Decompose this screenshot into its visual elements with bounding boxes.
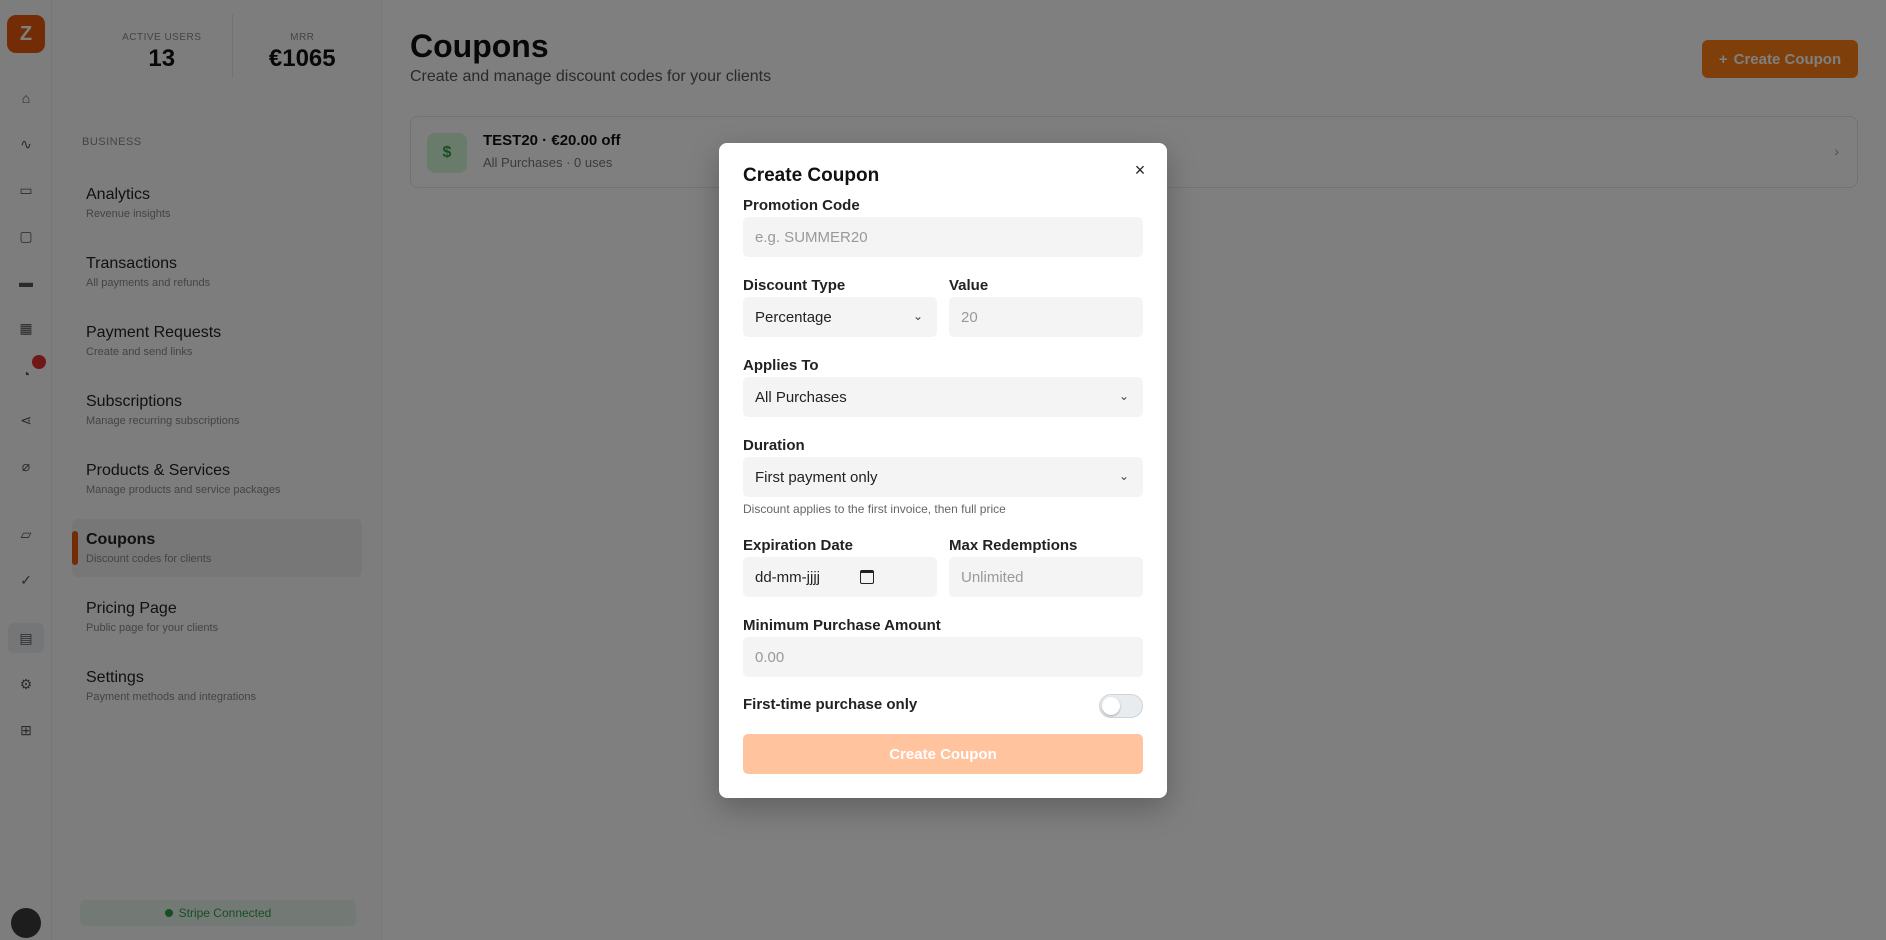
max-redemptions-input[interactable]: Unlimited — [949, 557, 1143, 597]
promotion-code-placeholder: e.g. SUMMER20 — [755, 228, 868, 246]
max-redemptions-placeholder: Unlimited — [961, 568, 1024, 586]
discount-type-select[interactable]: Percentage ⌄ — [743, 297, 937, 337]
value-input[interactable]: 20 — [949, 297, 1143, 337]
create-coupon-dialog: Create Coupon × Promotion Code e.g. SUMM… — [719, 143, 1167, 798]
duration-value: First payment only — [755, 468, 878, 486]
max-redemptions-label: Max Redemptions — [949, 537, 1078, 554]
applies-to-label: Applies To — [743, 357, 819, 374]
duration-hint: Discount applies to the first invoice, t… — [743, 502, 1006, 516]
promotion-code-label: Promotion Code — [743, 197, 860, 214]
applies-to-value: All Purchases — [755, 388, 847, 406]
minimum-purchase-input[interactable]: 0.00 — [743, 637, 1143, 677]
minimum-purchase-placeholder: 0.00 — [755, 648, 785, 666]
dialog-title: Create Coupon — [743, 165, 880, 186]
value-label: Value — [949, 277, 989, 294]
duration-select[interactable]: First payment only ⌄ — [743, 457, 1143, 497]
value-placeholder: 20 — [961, 308, 978, 326]
expiration-date-placeholder: dd-mm-jjjj — [755, 568, 820, 586]
discount-type-value: Percentage — [755, 308, 832, 326]
chevron-down-icon: ⌄ — [1118, 389, 1130, 403]
expiration-date-input[interactable]: dd-mm-jjjj — [743, 557, 937, 597]
applies-to-select[interactable]: All Purchases ⌄ — [743, 377, 1143, 417]
first-time-label: First-time purchase only — [743, 696, 918, 713]
chevron-down-icon: ⌄ — [912, 309, 924, 323]
discount-type-label: Discount Type — [743, 277, 846, 294]
create-coupon-submit-button[interactable]: Create Coupon — [743, 734, 1143, 774]
chevron-down-icon: ⌄ — [1118, 469, 1130, 483]
close-icon[interactable]: × — [1129, 159, 1151, 181]
toggle-knob — [1102, 697, 1120, 715]
calendar-icon[interactable] — [860, 570, 874, 584]
expiration-date-label: Expiration Date — [743, 537, 854, 554]
promotion-code-input[interactable]: e.g. SUMMER20 — [743, 217, 1143, 257]
duration-label: Duration — [743, 437, 805, 454]
first-time-toggle[interactable] — [1099, 694, 1143, 718]
minimum-purchase-label: Minimum Purchase Amount — [743, 617, 941, 634]
